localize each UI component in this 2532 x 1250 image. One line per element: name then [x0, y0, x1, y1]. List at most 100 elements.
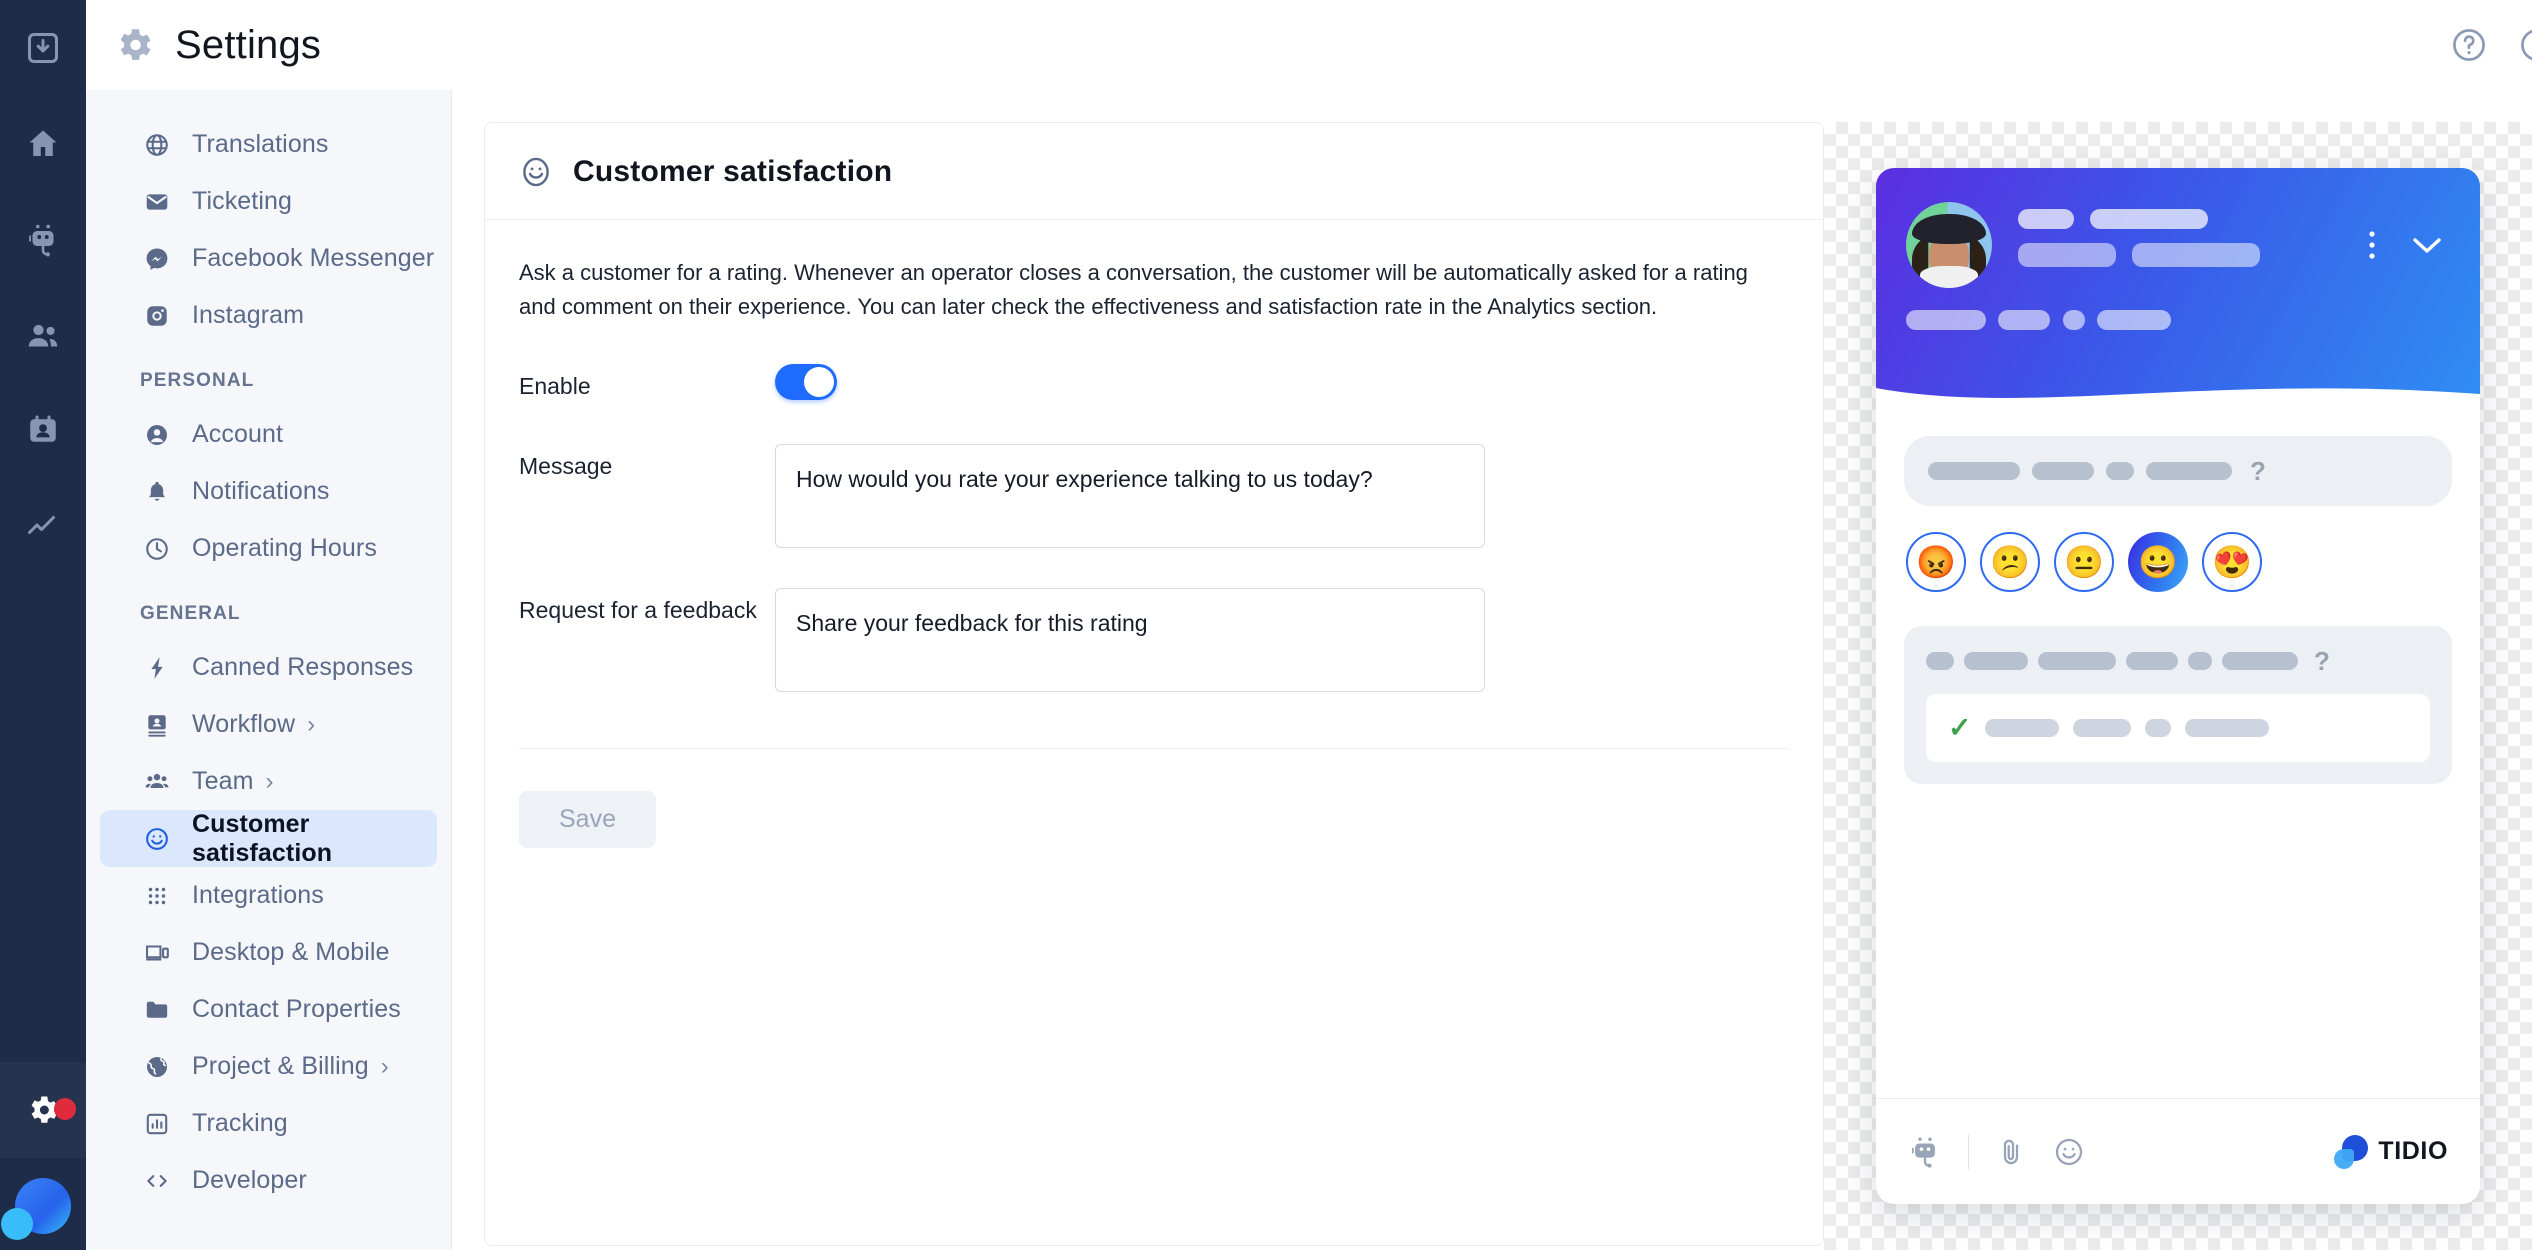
rating-options: 😡 😕 😐 😀 😍 — [1904, 532, 2452, 592]
sidebar-item-instagram[interactable]: Instagram — [100, 287, 437, 344]
rail-chatbot-icon[interactable] — [0, 192, 86, 288]
placeholder-bar — [2063, 310, 2085, 330]
sidebar-item-label: Customer satisfaction — [192, 810, 437, 868]
rating-neutral[interactable]: 😐 — [2054, 532, 2114, 592]
sidebar-item-label: Account — [192, 420, 283, 449]
placeholder-bar — [2132, 243, 2260, 267]
sidebar-item-facebook-messenger[interactable]: Facebook Messenger — [100, 230, 437, 287]
clock-icon — [140, 532, 174, 566]
placeholder-bar — [2018, 209, 2074, 229]
main-content: Customer satisfaction Ask a customer for… — [452, 0, 2532, 1250]
rail-home-icon[interactable] — [0, 96, 86, 192]
toggle-knob — [804, 367, 834, 397]
feedback-label: Request for a feedback — [519, 588, 775, 627]
placeholder-bar — [1998, 310, 2050, 330]
chevron-right-icon: › — [266, 770, 274, 794]
sidebar-item-team[interactable]: Team › — [100, 753, 437, 810]
team-icon — [140, 765, 174, 799]
enable-row: Enable — [519, 364, 1789, 403]
chatbot-icon[interactable] — [1908, 1135, 1942, 1169]
sidebar-item-operating-hours[interactable]: Operating Hours — [100, 520, 437, 577]
sidebar-item-workflow[interactable]: Workflow › — [100, 696, 437, 753]
rating-angry[interactable]: 😡 — [1906, 532, 1966, 592]
feedback-input-preview[interactable]: ✓ — [1926, 694, 2430, 762]
bolt-icon — [140, 651, 174, 685]
placeholder-bar — [2032, 462, 2094, 480]
envelope-icon — [140, 185, 174, 219]
sidebar-item-developer[interactable]: Developer — [100, 1152, 437, 1209]
feedback-request-card: ? ✓ — [1904, 626, 2452, 784]
code-icon — [140, 1164, 174, 1198]
sidebar-clipped-item[interactable] — [86, 90, 451, 108]
circle-icon[interactable] — [2518, 26, 2532, 64]
chevron-right-icon: › — [307, 713, 315, 737]
rail-settings-gear-icon[interactable] — [0, 1062, 86, 1158]
sidebar-item-translations[interactable]: Translations — [100, 116, 437, 173]
save-button[interactable]: Save — [519, 791, 656, 848]
sidebar-item-label: Ticketing — [192, 187, 292, 216]
kebab-menu-icon[interactable] — [2368, 229, 2376, 261]
messenger-icon — [140, 242, 174, 276]
rail-user-avatar[interactable] — [0, 1158, 86, 1250]
header-wave — [1876, 364, 2480, 410]
placeholder-bar — [1964, 652, 2028, 670]
rail-contacts-icon[interactable] — [0, 288, 86, 384]
sidebar-item-canned-responses[interactable]: Canned Responses — [100, 639, 437, 696]
instagram-icon — [140, 299, 174, 333]
logo-shape-light — [2334, 1149, 2354, 1169]
sidebar-item-notifications[interactable]: Notifications — [100, 463, 437, 520]
rating-grinning[interactable]: 😀 — [2128, 532, 2188, 592]
settings-sidebar[interactable]: Translations Ticketing Facebook Messenge… — [86, 0, 452, 1250]
chevron-down-icon[interactable] — [2410, 233, 2444, 257]
feedback-input[interactable] — [775, 588, 1485, 692]
sidebar-item-desktop-mobile[interactable]: Desktop & Mobile — [100, 924, 437, 981]
enable-toggle[interactable] — [775, 364, 837, 400]
placeholder-bar — [2018, 243, 2116, 267]
question-mark: ? — [2250, 458, 2266, 484]
rail-contact-card-icon[interactable] — [0, 384, 86, 480]
sidebar-item-label: Notifications — [192, 477, 329, 506]
settings-notification-badge — [54, 1098, 76, 1120]
smiley-icon — [519, 155, 553, 189]
chart-box-icon — [140, 1107, 174, 1141]
placeholder-bar — [2106, 462, 2134, 480]
sidebar-item-contact-properties[interactable]: Contact Properties — [100, 981, 437, 1038]
placeholder-bar — [2146, 462, 2232, 480]
sidebar-item-label: Team — [192, 767, 254, 796]
sidebar-item-ticketing[interactable]: Ticketing — [100, 173, 437, 230]
widget-header-top — [1876, 168, 2480, 288]
message-input[interactable] — [775, 444, 1485, 548]
sidebar-item-customer-satisfaction[interactable]: Customer satisfaction — [100, 810, 437, 867]
rating-heart-eyes[interactable]: 😍 — [2202, 532, 2262, 592]
user-circle-icon — [140, 418, 174, 452]
header-actions — [2450, 26, 2532, 64]
avatar-hat — [1912, 214, 1986, 244]
message-label: Message — [519, 444, 775, 483]
rail-inbox-icon[interactable] — [0, 0, 86, 96]
placeholder-bar — [1906, 310, 1986, 330]
placeholder-bar — [2145, 719, 2171, 737]
sidebar-item-project-billing[interactable]: Project & Billing › — [100, 1038, 437, 1095]
card-header: Customer satisfaction — [485, 123, 1823, 220]
widget-footer-icons — [1908, 1135, 2085, 1169]
widget-header-actions — [2368, 229, 2450, 261]
tidio-branding: TIDIO — [2334, 1135, 2448, 1169]
sidebar-item-account[interactable]: Account — [100, 406, 437, 463]
emoji-icon[interactable] — [2053, 1136, 2085, 1168]
sidebar-item-tracking[interactable]: Tracking — [100, 1095, 437, 1152]
help-circle-icon[interactable] — [2450, 26, 2488, 64]
rating-frowning[interactable]: 😕 — [1980, 532, 2040, 592]
tidio-logo-icon — [2334, 1135, 2368, 1169]
avatar-body — [1920, 266, 1978, 288]
placeholder-row-2 — [2018, 243, 2368, 267]
rail-analytics-icon[interactable] — [0, 480, 86, 576]
sidebar-item-label: Tracking — [192, 1109, 288, 1138]
sidebar-item-integrations[interactable]: Integrations — [100, 867, 437, 924]
app-rail — [0, 0, 86, 1250]
sidebar-item-label: Integrations — [192, 881, 324, 910]
attachment-icon[interactable] — [1995, 1136, 2027, 1168]
sidebar-item-label: Instagram — [192, 301, 304, 330]
placeholder-row-1 — [2018, 209, 2368, 229]
placeholder-bar — [2073, 719, 2131, 737]
sidebar-group-general: GENERAL — [100, 577, 437, 639]
